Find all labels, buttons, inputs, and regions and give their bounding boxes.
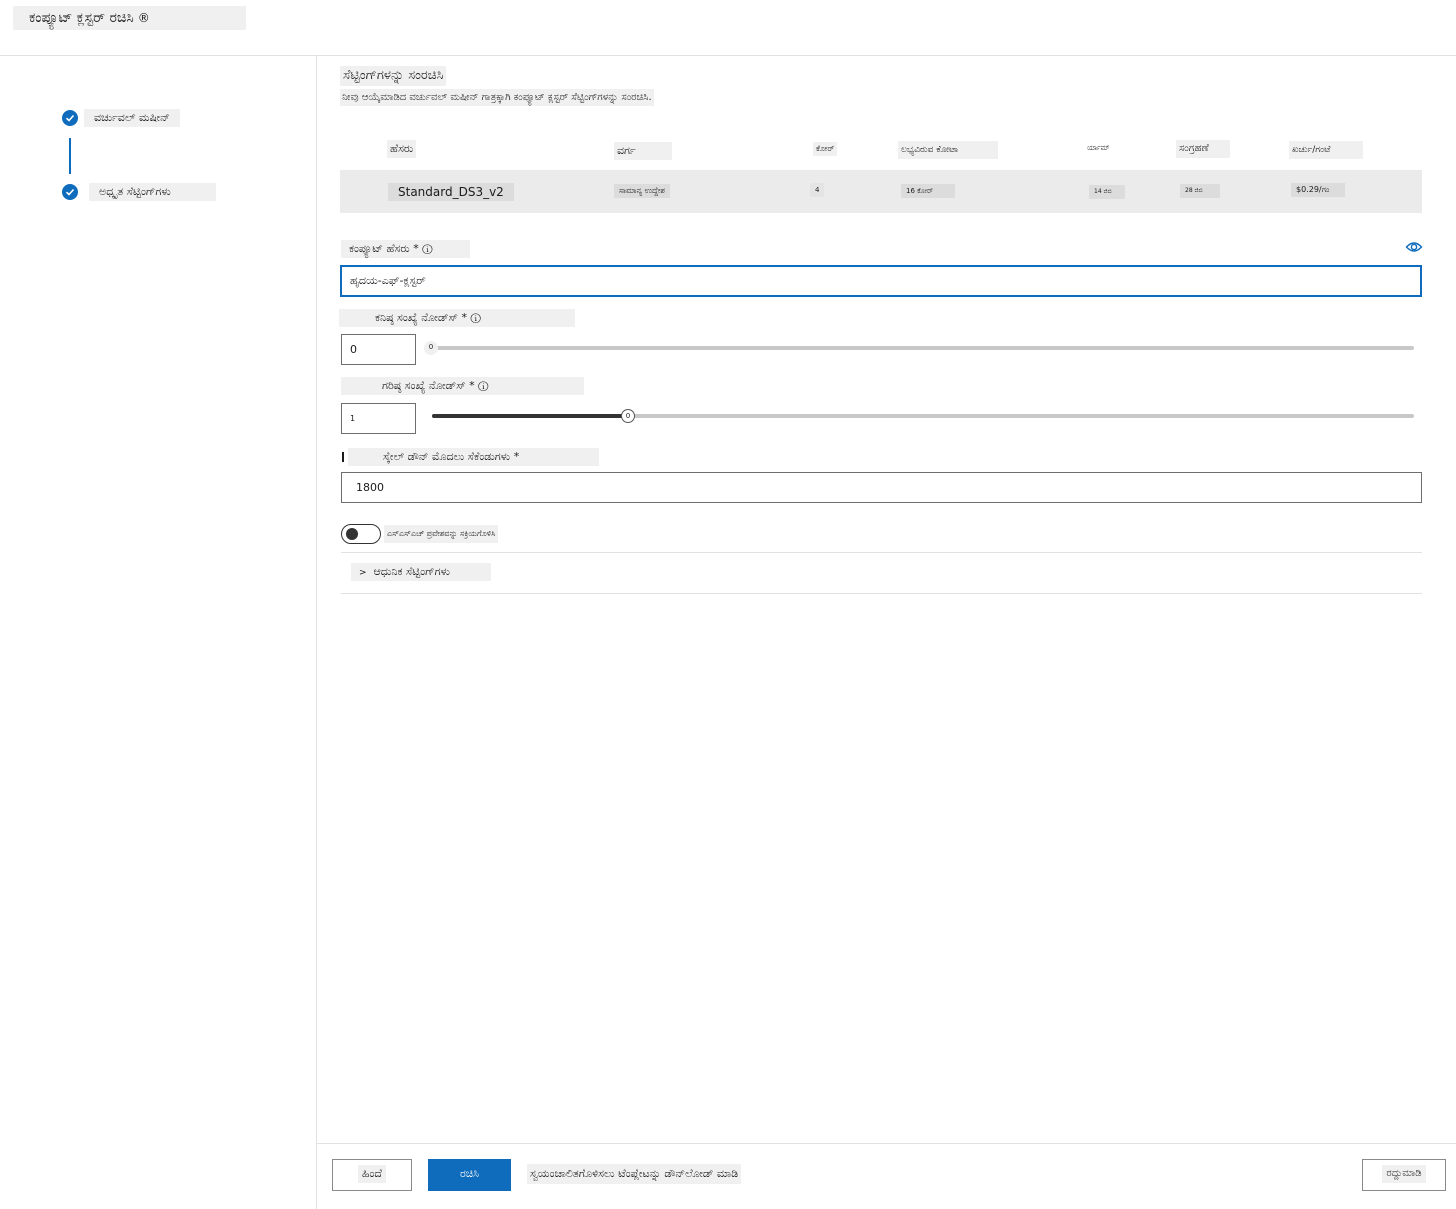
vm-name: Standard_DS3_v2: [388, 183, 514, 201]
advanced-settings-label: ಆಧುನಿಕ ಸೆಟ್ಟಿಂಗ್‌ಗಳು: [373, 565, 451, 578]
column-header-category: ವರ್ಗ: [614, 142, 672, 160]
section-title: ಸೆಟ್ಟಿಂಗ್‌ಗಳನ್ನು ಸಂರಚಿಸಿ: [340, 66, 447, 86]
ssh-toggle[interactable]: [341, 524, 381, 544]
vm-storage: 28 ಜಿಬಿ: [1180, 184, 1220, 198]
vm-cost: $0.29/ಗಂ: [1291, 183, 1345, 197]
max-nodes-input[interactable]: [341, 403, 416, 434]
vm-cores: 4: [810, 183, 825, 197]
back-button[interactable]: ಹಿಂದೆ: [332, 1159, 412, 1191]
table-row[interactable]: Standard_DS3_v2 ಸಾಮಾನ್ಯ ಉದ್ದೇಶ 4 16 ಕೋರ್…: [340, 170, 1422, 213]
field-marker: [342, 452, 344, 462]
compute-name-label: ಕಂಪ್ಯೂಟ್ ಹೆಸರು * ⓘ: [341, 240, 470, 258]
chevron-right-icon: >: [359, 568, 367, 578]
max-nodes-slider-fill: [432, 414, 628, 418]
max-nodes-slider-thumb[interactable]: 0: [621, 409, 635, 423]
create-button[interactable]: ರಚಿಸಿ: [428, 1159, 511, 1191]
max-nodes-label: ಗರಿಷ್ಠ ಸಂಖ್ಯೆ ನೋಡ್‌ಸ್ * ⓘ: [341, 377, 584, 395]
compute-name-input[interactable]: [340, 265, 1422, 297]
divider: [341, 552, 1422, 553]
header-divider: [0, 55, 1456, 56]
cancel-button[interactable]: ರದ್ದುಮಾಡಿ: [1362, 1159, 1446, 1191]
column-header-storage: ಸಂಗ್ರಹಣೆ: [1176, 140, 1230, 158]
column-header-quota: ಲಭ್ಯವಿರುವ ಕೋಟಾ: [898, 141, 998, 159]
toggle-knob: [346, 528, 358, 540]
step-advanced-settings[interactable]: ಅಧ್ಕೃತ ಸೆಟ್ಟಿಂಗ್‌ಗಳು: [89, 183, 216, 201]
download-template-link[interactable]: ಸ್ವಯಂಚಾಲಿತಗೊಳಿಸಲು ಟೆಂಪ್ಲೇಟನ್ನು ಡೌನ್‌ಲೋಡ್…: [527, 1164, 742, 1184]
min-nodes-label: ಕನಿಷ್ಠ ಸಂಖ್ಯೆ ನೋಡ್‌ಸ್ * ⓘ: [339, 309, 575, 327]
section-description: ನೀವು ಆಯ್ಕೆಮಾಡಿದ ವರ್ಚುವಲ್ ಮಷೀನ್ ಗಾತ್ರಕ್ಕಾ…: [340, 89, 654, 106]
info-icon[interactable]: ®: [138, 11, 150, 25]
column-header-cores: ಕೋರ್: [813, 142, 838, 156]
step-connector: [69, 138, 71, 174]
footer-divider: [317, 1143, 1456, 1144]
checkmark-icon: [62, 110, 78, 126]
checkmark-icon: [62, 184, 78, 200]
idle-seconds-input[interactable]: [341, 472, 1422, 503]
min-nodes-slider-thumb[interactable]: 0: [424, 341, 438, 355]
column-header-ram: ರ್ಯಾಮ್: [1087, 144, 1110, 152]
column-header-name: ಹೆಸರು: [387, 140, 417, 158]
vm-quota: 16 ಕೋರ್: [901, 184, 955, 198]
idle-seconds-label: ಸ್ಕೇಲ್ ಡೌನ್ ಮೊದಲು ಸೆಕೆಂಡುಗಳು *: [348, 448, 599, 466]
sidebar-divider: [316, 56, 317, 1209]
vm-ram: 14 ಜಿಬಿ: [1089, 185, 1125, 199]
column-header-cost: ಖರ್ಚು/ಗಂಟೆ: [1289, 141, 1363, 159]
divider: [341, 593, 1422, 594]
min-nodes-input[interactable]: [341, 334, 416, 365]
advanced-settings-toggle[interactable]: > ಆಧುನಿಕ ಸೆಟ್ಟಿಂಗ್‌ಗಳು: [351, 563, 491, 581]
page-title: ಕಂಪ್ಯೂಟ್ ಕ್ಲಸ್ಟರ್ ರಚಿಸಿ ®: [13, 6, 246, 30]
page-title-text: ಕಂಪ್ಯೂಟ್ ಕ್ಲಸ್ಟರ್ ರಚಿಸಿ: [29, 10, 134, 26]
vm-category: ಸಾಮಾನ್ಯ ಉದ್ದೇಶ: [614, 184, 670, 198]
eye-icon[interactable]: [1405, 239, 1423, 253]
min-nodes-slider-track[interactable]: [432, 346, 1414, 350]
step-virtual-machine[interactable]: ವರ್ಚುವಲ್ ಮಷೀನ್: [84, 109, 180, 127]
ssh-toggle-label: ಎಸ್‌ಎಸ್‌ಎಚ್ ಪ್ರವೇಶವನ್ನು ಸಕ್ರಿಯಗೊಳಿಸಿ: [384, 525, 499, 543]
